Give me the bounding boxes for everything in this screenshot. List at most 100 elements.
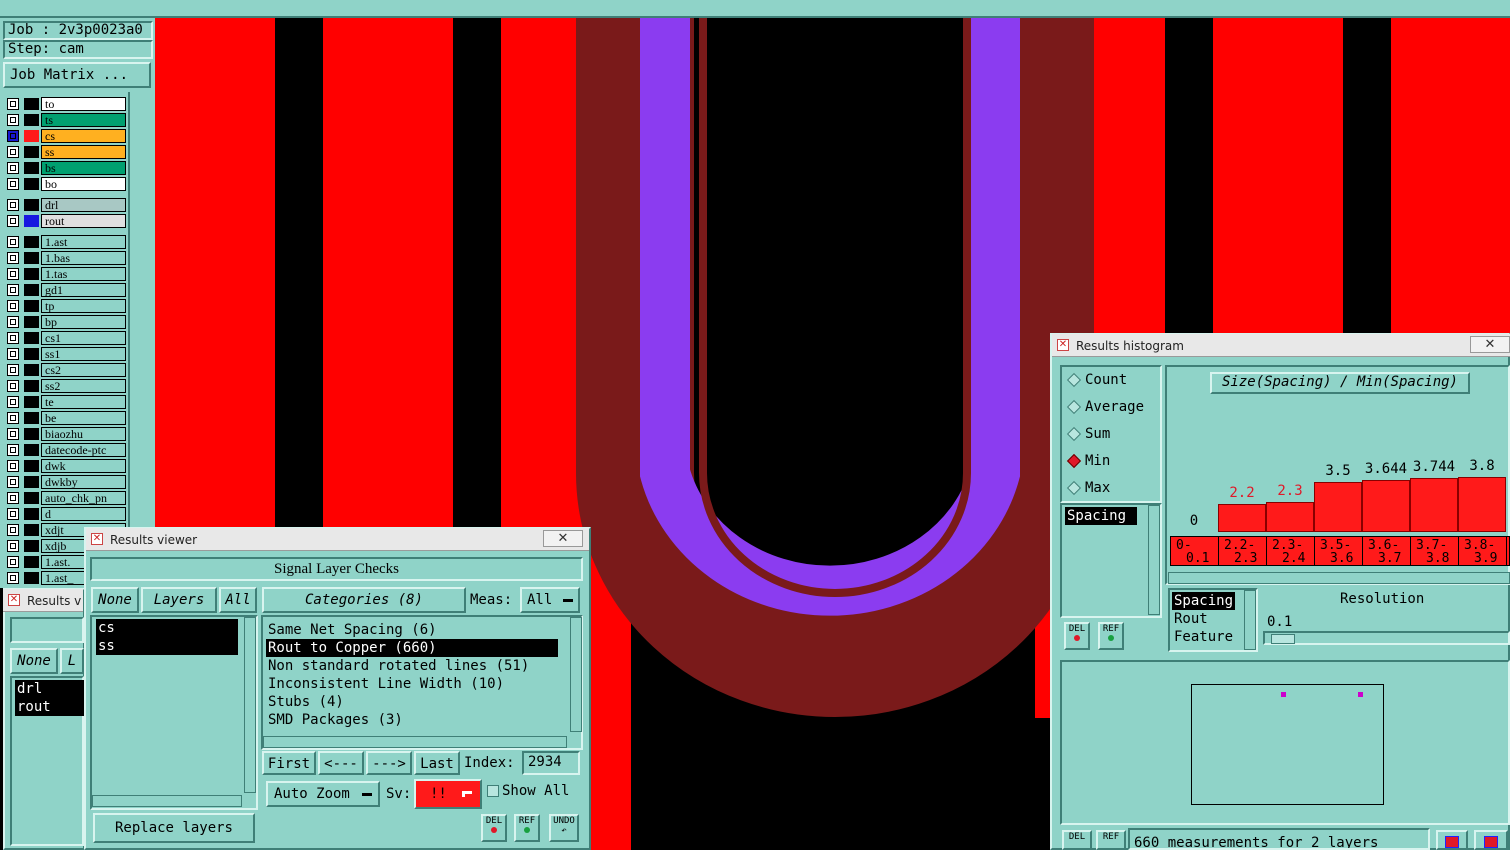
layer-name[interactable]: rout [41,214,126,228]
layer-name[interactable]: drl [41,198,126,212]
histogram-bar[interactable] [1458,477,1506,532]
layer-checkbox[interactable] [7,332,19,344]
layer-name[interactable]: gd1 [41,283,126,297]
layer-checkbox[interactable] [7,316,19,328]
layer-name[interactable]: biaozhu [41,427,126,441]
layer-color-swatch[interactable] [24,508,39,520]
layer-row-ss1[interactable]: ss1 [4,347,126,361]
ref-button[interactable]: REF [1096,830,1126,850]
show-all-checkbox[interactable] [487,785,499,797]
layer-row-auto-chk-pn[interactable]: auto_chk_pn [4,491,126,505]
layer-color-swatch[interactable] [24,492,39,504]
layer-name[interactable]: bp [41,315,126,329]
category-item[interactable]: Rout to Copper (660) [266,639,558,657]
layer-row-bs[interactable]: bs [4,161,126,175]
del-button[interactable]: DEL [481,814,507,842]
layer-checkbox[interactable] [7,492,19,504]
layer-checkbox[interactable] [7,162,19,174]
print-button[interactable] [1436,830,1468,850]
layer-row-ss2[interactable]: ss2 [4,379,126,393]
layer-row-bp[interactable]: bp [4,315,126,329]
histogram-bar[interactable] [1266,502,1314,532]
first-button[interactable]: First [262,751,316,775]
list-item[interactable]: cs [96,619,238,637]
layer-name[interactable]: dwkby [41,475,126,489]
vertical-scrollbar[interactable] [1148,505,1160,615]
layer-row-1-tas[interactable]: 1.tas [4,267,126,281]
layer-name[interactable]: 1.bas [41,251,126,265]
layer-row-biaozhu[interactable]: biaozhu [4,427,126,441]
histogram-bar[interactable] [1362,479,1410,532]
layer-name[interactable]: to [41,97,126,111]
all-button[interactable]: All [219,587,257,613]
undo-button[interactable]: UNDO ↶ [549,814,579,842]
results-viewer-titlebar[interactable]: ✕ Results viewer ✕ [86,528,589,551]
layer-name[interactable]: 1.ast [41,235,126,249]
layer-name[interactable]: bs [41,161,126,175]
layer-row-d[interactable]: d [4,507,126,521]
layer-color-swatch[interactable] [24,316,39,328]
layer-name[interactable]: cs [41,129,126,143]
layer-checkbox[interactable] [7,146,19,158]
layer-color-swatch[interactable] [24,428,39,440]
category-item[interactable]: Non standard rotated lines (51) [266,657,558,675]
layer-color-swatch[interactable] [24,556,39,568]
layer-color-swatch[interactable] [24,396,39,408]
layer-row-cs2[interactable]: cs2 [4,363,126,377]
layer-color-swatch[interactable] [24,300,39,312]
horizontal-scrollbar[interactable] [263,736,567,748]
job-matrix-button[interactable]: Job Matrix ... [3,62,151,88]
list-item[interactable]: Spacing [1065,507,1137,525]
layer-checkbox[interactable] [7,508,19,520]
list-item[interactable]: drl [15,680,85,698]
results-viewer-back-titlebar[interactable]: ✕ Results v [3,589,83,612]
layer-name[interactable]: auto_chk_pn [41,491,126,505]
layer-checkbox[interactable] [7,524,19,536]
layer-name[interactable]: be [41,411,126,425]
list-item[interactable]: Feature [1172,628,1235,646]
resolution-slider[interactable] [1263,631,1510,645]
layer-checkbox[interactable] [7,236,19,248]
layer-row-bo[interactable]: bo [4,177,126,191]
histogram-bar[interactable] [1218,504,1266,532]
vertical-scrollbar[interactable] [570,617,582,732]
layer-row-1-bas[interactable]: 1.bas [4,251,126,265]
layer-row-drl[interactable]: drl [4,198,126,212]
horizontal-scrollbar[interactable] [92,795,242,807]
layer-row-te[interactable]: te [4,395,126,409]
vertical-scrollbar[interactable] [1244,590,1256,650]
layer-name[interactable]: bo [41,177,126,191]
layer-color-swatch[interactable] [24,380,39,392]
list-item[interactable]: rout [15,698,85,716]
layer-name[interactable]: ts [41,113,126,127]
layer-color-swatch[interactable] [24,572,39,584]
layer-row-cs[interactable]: cs [4,129,126,143]
layer-row-ss[interactable]: ss [4,145,126,159]
layer-row-gd1[interactable]: gd1 [4,283,126,297]
next-button[interactable]: ---> [366,751,412,775]
ref-button[interactable]: REF [1098,622,1124,650]
layer-checkbox[interactable] [7,476,19,488]
del-button[interactable]: DEL [1062,830,1092,850]
layer-name[interactable]: dwk [41,459,126,473]
layer-color-swatch[interactable] [24,268,39,280]
layer-name[interactable]: tp [41,299,126,313]
list-item[interactable]: ss [96,637,238,655]
layer-color-swatch[interactable] [24,460,39,472]
layer-color-swatch[interactable] [24,130,39,142]
layer-color-swatch[interactable] [24,348,39,360]
layer-name[interactable]: 1.tas [41,267,126,281]
prev-button[interactable]: <--- [318,751,364,775]
category-item[interactable]: Inconsistent Line Width (10) [266,675,558,693]
category-item[interactable]: Same Net Spacing (6) [266,621,558,639]
layer-row-dwkby[interactable]: dwkby [4,475,126,489]
layer-checkbox[interactable] [7,199,19,211]
index-field[interactable]: 2934 [522,751,580,775]
close-button[interactable]: ✕ [1470,336,1510,353]
close-button[interactable]: ✕ [543,530,583,547]
layer-row-cs1[interactable]: cs1 [4,331,126,345]
meas-dropdown[interactable]: All [520,587,580,613]
layer-color-swatch[interactable] [24,146,39,158]
layer-color-swatch[interactable] [24,284,39,296]
layer-color-swatch[interactable] [24,524,39,536]
